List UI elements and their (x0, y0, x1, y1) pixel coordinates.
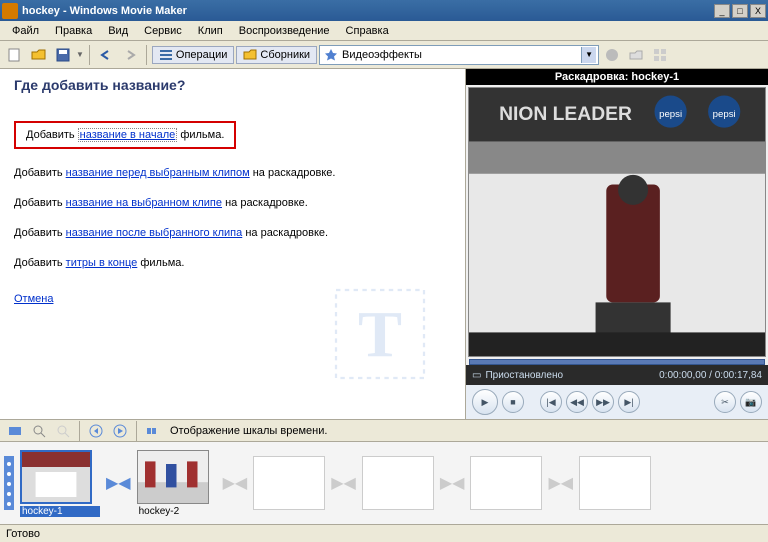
transition-slot[interactable]: ▶◀ (440, 473, 465, 493)
clip-1[interactable]: hockey-1 (20, 450, 100, 517)
preview-video[interactable]: NION LEADER pepsi pepsi (468, 87, 766, 357)
preview-pane: Раскадровка: hockey-1 NION LEADER pepsi … (466, 69, 768, 419)
separator (136, 421, 137, 441)
window-title: hockey - Windows Movie Maker (22, 5, 714, 17)
page-title: Где добавить название? (14, 77, 451, 93)
tasks-label: Операции (176, 49, 227, 61)
link-title-begin[interactable]: название в начале (78, 128, 178, 142)
forward-button[interactable]: ▶▶ (592, 391, 614, 413)
dropdown-arrow-icon[interactable]: ▼ (76, 50, 84, 59)
zoom-in-icon[interactable] (28, 420, 50, 442)
zoom-out-icon[interactable] (52, 420, 74, 442)
cancel-link[interactable]: Отмена (14, 293, 53, 305)
menu-play[interactable]: Воспроизведение (231, 23, 338, 39)
status-text: Приостановлено (485, 370, 563, 381)
chevron-down-icon[interactable]: ▼ (581, 47, 596, 63)
clip-thumbnail (20, 450, 92, 504)
open-icon[interactable] (28, 44, 50, 66)
save-icon[interactable] (52, 44, 74, 66)
play-timeline-icon[interactable] (109, 420, 131, 442)
time-display: 0:00:00,00 / 0:00:17,84 (659, 370, 762, 381)
rewind-button[interactable]: ◀◀ (566, 391, 588, 413)
undo-icon[interactable] (95, 44, 117, 66)
menu-tools[interactable]: Сервис (136, 23, 190, 39)
split-button[interactable]: ✂ (714, 391, 736, 413)
empty-slot[interactable] (470, 456, 542, 510)
watermark-icon: T (325, 279, 435, 389)
rewind-timeline-icon[interactable] (85, 420, 107, 442)
menubar: Файл Правка Вид Сервис Клип Воспроизведе… (0, 21, 768, 41)
menu-view[interactable]: Вид (100, 23, 136, 39)
view-icon[interactable] (649, 44, 671, 66)
film-start-icon (4, 456, 14, 510)
maximize-button[interactable]: □ (732, 4, 748, 18)
star-icon (324, 48, 338, 62)
transition-icon[interactable]: ▶◀ (106, 473, 131, 493)
snapshot-button[interactable]: 📷 (740, 391, 762, 413)
redo-icon[interactable] (119, 44, 141, 66)
preview-title: Раскадровка: hockey-1 (466, 69, 768, 85)
link-title-on-clip[interactable]: название на выбранном клипе (66, 197, 222, 209)
menu-file[interactable]: Файл (4, 23, 47, 39)
timeline-panel: Отображение шкалы времени. hockey-1 ▶◀ h… (0, 419, 768, 524)
menu-edit[interactable]: Правка (47, 23, 100, 39)
effects-dropdown[interactable]: Видеоэффекты ▼ (319, 45, 599, 65)
storyboard-icon[interactable] (142, 420, 164, 442)
timeline-label: Отображение шкалы времени. (170, 425, 327, 437)
collections-label: Сборники (260, 49, 310, 61)
new-icon[interactable] (4, 44, 26, 66)
clip-label: hockey-1 (20, 506, 100, 517)
prev-button[interactable]: |◀ (540, 391, 562, 413)
stop-button[interactable]: ■ (502, 391, 524, 413)
menu-help[interactable]: Справка (338, 23, 397, 39)
collections-button[interactable]: Сборники (236, 46, 317, 64)
status-bar: Готово (0, 524, 768, 542)
timeline-toolbar: Отображение шкалы времени. (0, 420, 768, 442)
play-button[interactable]: ▶ (472, 389, 498, 415)
next-button[interactable]: ▶| (618, 391, 640, 413)
playback-controls: ▶ ■ |◀ ◀◀ ▶▶ ▶| ✂ 📷 (466, 385, 768, 419)
tasks-button[interactable]: Операции (152, 46, 234, 64)
titlebar: hockey - Windows Movie Maker _ □ X (0, 0, 768, 21)
empty-slot[interactable] (579, 456, 651, 510)
link-credits-end[interactable]: титры в конце (66, 257, 138, 269)
link-title-before-clip[interactable]: название перед выбранным клипом (66, 167, 250, 179)
link-title-after-clip[interactable]: название после выбранного клипа (66, 227, 243, 239)
storyboard[interactable]: hockey-1 ▶◀ hockey-2 ▶◀ ▶◀ ▶◀ ▶◀ (0, 442, 768, 524)
clip-2[interactable]: hockey-2 (137, 450, 217, 517)
clip-label: hockey-2 (137, 506, 217, 517)
clip-thumbnail (137, 450, 209, 504)
svg-text:pepsi: pepsi (659, 109, 682, 120)
nav-back-icon[interactable] (601, 44, 623, 66)
transition-slot[interactable]: ▶◀ (331, 473, 356, 493)
toolbar: ▼ Операции Сборники Видеоэффекты ▼ (0, 41, 768, 69)
monitor-icon: ▭ (472, 370, 481, 381)
separator (89, 45, 90, 65)
separator (79, 421, 80, 441)
status-text: Готово (6, 528, 40, 540)
app-icon (2, 3, 18, 19)
svg-text:NION LEADER: NION LEADER (499, 104, 632, 125)
highlighted-option: Добавить название в начале фильма. (14, 121, 236, 149)
preview-status-bar: ▭ Приостановлено 0:00:00,00 / 0:00:17,84 (466, 365, 768, 385)
timeline-view-icon[interactable] (4, 420, 26, 442)
close-button[interactable]: X (750, 4, 766, 18)
dropdown-value: Видеоэффекты (342, 49, 577, 61)
separator (146, 45, 147, 65)
empty-slot[interactable] (253, 456, 325, 510)
svg-text:pepsi: pepsi (713, 109, 736, 120)
task-pane: Где добавить название? Добавить название… (0, 69, 466, 419)
empty-slot[interactable] (362, 456, 434, 510)
minimize-button[interactable]: _ (714, 4, 730, 18)
svg-text:T: T (358, 298, 402, 371)
transition-slot[interactable]: ▶◀ (223, 473, 248, 493)
nav-up-icon[interactable] (625, 44, 647, 66)
menu-clip[interactable]: Клип (190, 23, 231, 39)
transition-slot[interactable]: ▶◀ (548, 473, 573, 493)
